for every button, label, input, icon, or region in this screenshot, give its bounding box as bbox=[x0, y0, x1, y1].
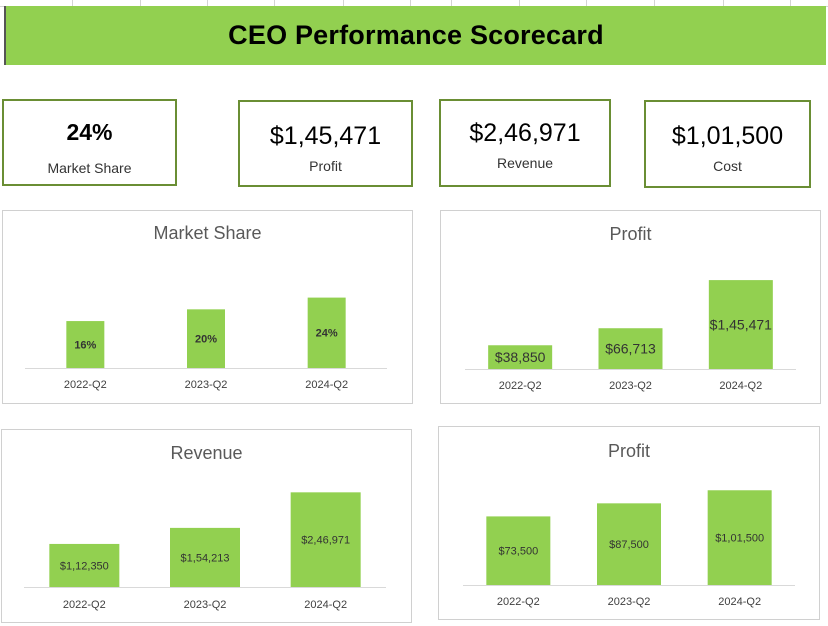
chart-category-label: 2023-Q2 bbox=[608, 596, 651, 608]
chart-data-label: $1,54,213 bbox=[181, 552, 230, 564]
chart-data-label: $1,45,471 bbox=[710, 316, 772, 332]
kpi-value: 24% bbox=[66, 119, 113, 145]
kpi-label: Revenue bbox=[496, 155, 554, 171]
page-title: CEO Performance Scorecard bbox=[228, 20, 604, 50]
title-banner: CEO Performance Scorecard bbox=[4, 6, 826, 65]
kpi-value: $1,45,471 bbox=[269, 122, 382, 150]
kpi-label: Profit bbox=[309, 158, 342, 174]
chart-svg: $1,12,350 2022-Q2 $1,54,213 2023-Q2 $2,46,97… bbox=[24, 492, 386, 611]
chart-category-label: 2024-Q2 bbox=[305, 379, 348, 391]
chart-category-label: 2023-Q2 bbox=[185, 379, 228, 391]
chart-data-label: $1,01,500 bbox=[715, 532, 764, 544]
chart-data-label: $38,850 bbox=[495, 349, 546, 365]
chart-revenue: Revenue $1,12,350 2022-Q2 $1,54,213 2023-Q2… bbox=[1, 429, 412, 623]
chart-data-label: 20% bbox=[195, 334, 217, 346]
chart-data-label: $1,12,350 bbox=[60, 560, 109, 572]
chart-data-label: $73,500 bbox=[498, 546, 538, 558]
kpi-profit: $1,45,471 Profit bbox=[238, 100, 413, 187]
kpi-label: Market Share bbox=[47, 160, 132, 176]
chart-category-label: 2024-Q2 bbox=[718, 596, 761, 608]
chart-data-label: $87,500 bbox=[609, 539, 649, 551]
chart-category-label: 2022-Q2 bbox=[497, 596, 540, 608]
chart-category-label: 2024-Q2 bbox=[304, 599, 347, 611]
chart-category-label: 2023-Q2 bbox=[184, 599, 227, 611]
chart-svg: 16% 2022-Q2 20% 2023-Q2 24% 2024-Q2 bbox=[25, 297, 387, 391]
kpi-market-share: 24% Market Share bbox=[2, 99, 177, 186]
chart-market-share: Market Share 16% 2022-Q2 20% 2023-Q2 24% 2024… bbox=[2, 210, 413, 404]
chart-category-label: 2023-Q2 bbox=[609, 380, 652, 392]
kpi-value: $2,46,971 bbox=[469, 119, 581, 147]
kpi-value: $1,01,500 bbox=[671, 122, 784, 150]
chart-category-label: 2022-Q2 bbox=[64, 379, 107, 391]
kpi-cost: $1,01,500 Cost bbox=[644, 100, 811, 188]
chart-profit: Profit $38,850 2022-Q2 $66,713 2023-Q2 $1,45… bbox=[440, 210, 821, 404]
chart-data-label: 24% bbox=[316, 328, 338, 340]
kpi-revenue: $2,46,971 Revenue bbox=[439, 99, 611, 187]
chart-data-label: 16% bbox=[74, 339, 96, 351]
chart-data-label: $2,46,971 bbox=[301, 535, 350, 547]
chart-profit-2: Profit $73,500 2022-Q2 $87,500 2023-Q2 $1,01… bbox=[438, 426, 820, 620]
chart-svg: $38,850 2022-Q2 $66,713 2023-Q2 $1,45,471 202… bbox=[465, 280, 796, 392]
chart-category-label: 2022-Q2 bbox=[63, 599, 106, 611]
chart-category-label: 2024-Q2 bbox=[719, 380, 762, 392]
chart-svg: $73,500 2022-Q2 $87,500 2023-Q2 $1,01,500 202… bbox=[463, 490, 795, 608]
chart-category-label: 2022-Q2 bbox=[499, 380, 542, 392]
kpi-label: Cost bbox=[713, 158, 742, 174]
chart-data-label: $66,713 bbox=[605, 341, 656, 357]
